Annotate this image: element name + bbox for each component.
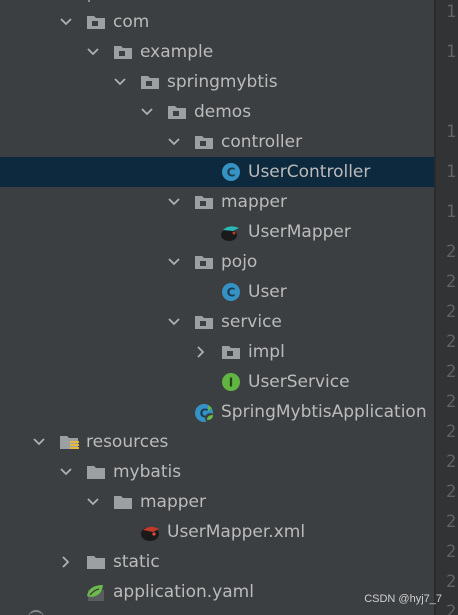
csdn-watermark: CSDN @hyj7_7	[364, 593, 442, 605]
tree-item-usermapper-xml[interactable]: UserMapper.xml	[0, 517, 434, 547]
tree-item-mapper[interactable]: mapper	[0, 187, 434, 217]
tree-item-label: com	[113, 12, 150, 32]
tree-item-label: static	[113, 552, 160, 572]
chevron-down-icon[interactable]	[59, 7, 73, 37]
tree-item-user[interactable]: C User	[0, 277, 434, 307]
spring-yaml-icon	[85, 582, 105, 602]
tree-item-label: mapper	[140, 492, 207, 512]
tree-item-label: demos	[194, 102, 252, 122]
line-number: 2	[446, 602, 457, 615]
tree-item-label: example	[140, 42, 214, 62]
tree-item-usermapper[interactable]: UserMapper	[0, 217, 434, 247]
line-number: 1	[446, 162, 457, 182]
mybatis-xml-icon	[138, 522, 159, 542]
line-number: 2	[446, 512, 457, 532]
line-number: 2	[446, 362, 457, 382]
folder-icon	[221, 342, 241, 362]
tree-item-com[interactable]: com	[0, 7, 434, 37]
line-number: 2	[446, 572, 457, 592]
tree-item-static[interactable]: static	[0, 547, 434, 577]
mybatis-bird-icon	[219, 222, 239, 242]
class-icon: C	[221, 162, 241, 182]
tree-item-springmybtis[interactable]: springmybtis	[0, 67, 434, 97]
tree-item-label: resources	[86, 432, 169, 452]
line-number: 2	[446, 302, 457, 322]
tree-item-label: pojo	[221, 252, 258, 272]
project-tree: com example springmybtis demos controlle…	[0, 0, 434, 615]
folder-icon	[194, 312, 214, 332]
tree-item-label: UserController	[248, 162, 371, 182]
chevron-down-icon[interactable]	[167, 127, 181, 157]
line-number: 2	[446, 422, 457, 442]
chevron-down-icon[interactable]	[86, 487, 100, 517]
tree-item-springmybtisapplication[interactable]: C SpringMybtisApplication	[0, 397, 434, 427]
tree-guide-fragment	[28, 610, 44, 615]
folder-icon	[86, 462, 106, 482]
chevron-down-icon[interactable]	[86, 37, 100, 67]
svg-text:I: I	[229, 376, 233, 390]
folder-icon	[86, 12, 106, 32]
folder-icon	[194, 192, 214, 212]
tree-item-service[interactable]: service	[0, 307, 434, 337]
line-number: 1	[446, 42, 457, 62]
line-number	[446, 77, 458, 107]
chevron-down-icon[interactable]	[59, 457, 73, 487]
line-number: 1	[446, 122, 457, 142]
tree-item-impl[interactable]: impl	[0, 337, 434, 367]
tree-item-label: mapper	[221, 192, 288, 212]
line-number: 2	[446, 242, 457, 262]
folder-icon	[113, 42, 133, 62]
folder-icon	[167, 102, 187, 122]
chevron-down-icon[interactable]	[167, 187, 181, 217]
chevron-down-icon[interactable]	[32, 427, 46, 457]
tree-item-pojo[interactable]: pojo	[0, 247, 434, 277]
class-icon: C	[221, 282, 241, 302]
tree-item-controller[interactable]: controller	[0, 127, 434, 157]
line-number: 1	[446, 202, 457, 222]
svg-text:C: C	[227, 166, 236, 180]
tree-item-label: UserService	[248, 372, 350, 392]
line-number: 2	[446, 392, 457, 412]
line-number: 2	[446, 332, 457, 352]
tree-item-example[interactable]: example	[0, 37, 434, 67]
folder-icon	[86, 552, 106, 572]
svg-text:C: C	[227, 286, 236, 300]
line-number: 2	[446, 482, 457, 502]
tree-item-demos[interactable]: demos	[0, 97, 434, 127]
interface-icon: I	[221, 372, 241, 392]
tree-item-label: application.yaml	[113, 582, 254, 602]
tree-item-mapper-resources[interactable]: mapper	[0, 487, 434, 517]
tree-item-userservice[interactable]: I UserService	[0, 367, 434, 397]
tree-item-mybatis[interactable]: mybatis	[0, 457, 434, 487]
line-number-gutter: 1 1 1 1 1 2 2 2 2 2 2 2 2 2 2 2 2 2	[436, 0, 458, 615]
folder-icon	[140, 72, 160, 92]
chevron-down-icon[interactable]	[113, 67, 127, 97]
tree-item-label: UserMapper	[248, 222, 351, 242]
chevron-right-icon[interactable]	[59, 547, 73, 577]
tree-item-label: mybatis	[113, 462, 182, 482]
tree-item-label: User	[248, 282, 287, 302]
chevron-down-icon[interactable]	[167, 307, 181, 337]
line-number: 1	[446, 2, 457, 22]
tree-item-usercontroller[interactable]: C UserController	[0, 157, 434, 187]
line-number: 2	[446, 452, 457, 472]
tree-item-resources[interactable]: resources	[0, 427, 434, 457]
tree-item-label: impl	[248, 342, 285, 362]
resources-folder-icon	[59, 432, 79, 452]
tree-item-label: controller	[221, 132, 303, 152]
chevron-down-icon[interactable]	[140, 97, 154, 127]
chevron-down-icon[interactable]	[167, 247, 181, 277]
spring-boot-class-icon: C	[194, 402, 215, 423]
tree-item-label: UserMapper.xml	[167, 522, 306, 542]
tree-item-label: service	[221, 312, 282, 332]
folder-icon	[194, 132, 214, 152]
line-number: 2	[446, 272, 457, 292]
tree-guide-fragment	[88, 0, 96, 2]
chevron-right-icon[interactable]	[194, 337, 208, 367]
tree-item-label: SpringMybtisApplication	[221, 402, 427, 422]
tree-item-label: springmybtis	[167, 72, 278, 92]
folder-icon	[194, 252, 214, 272]
line-number: 2	[446, 542, 457, 562]
folder-icon	[113, 492, 133, 512]
